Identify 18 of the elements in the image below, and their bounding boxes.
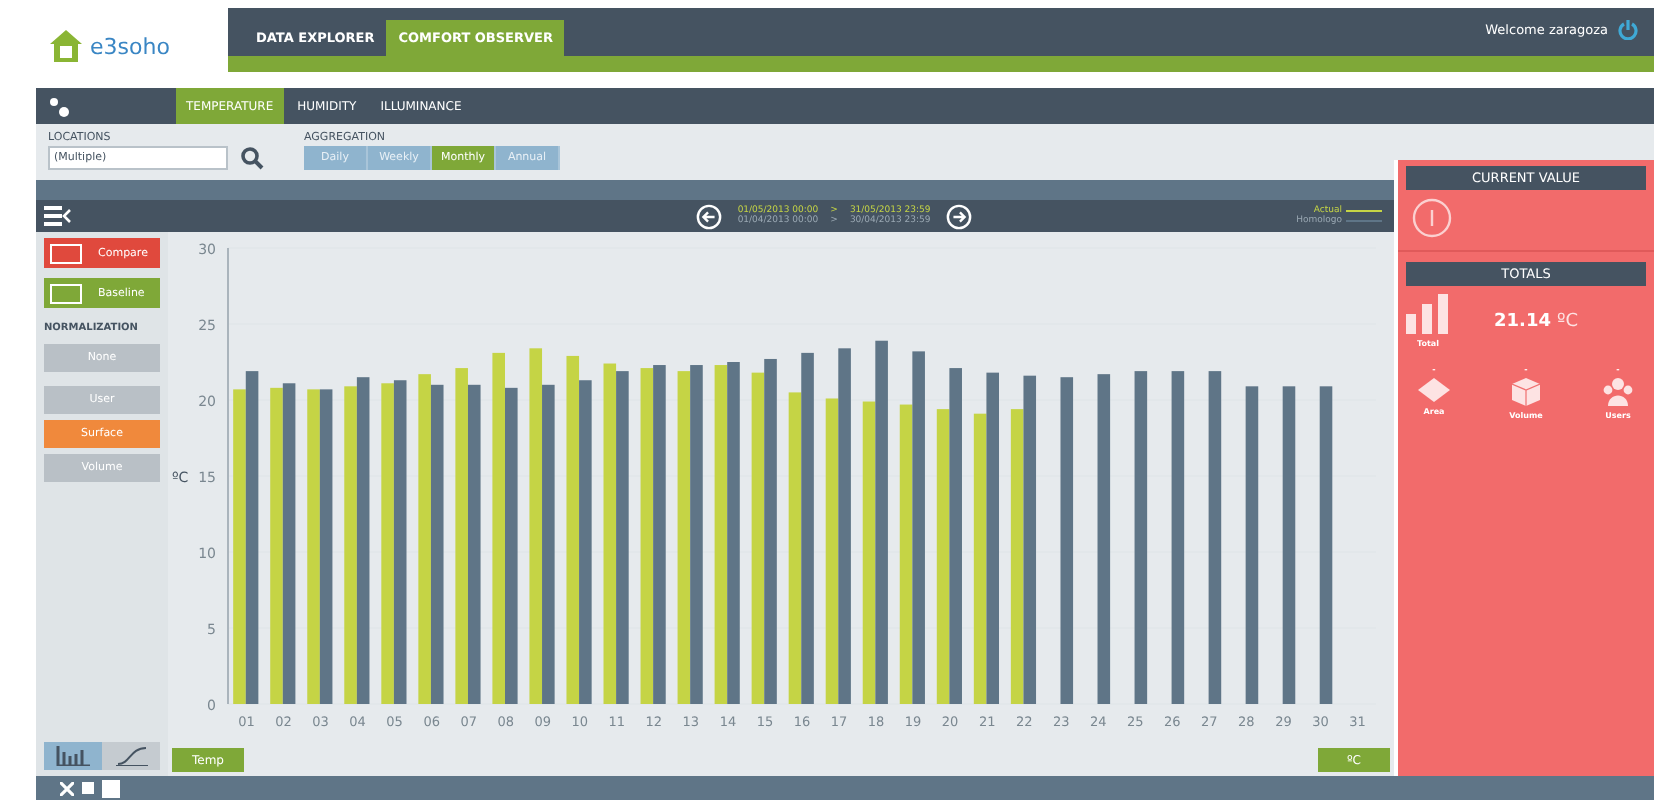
logo-text: e3soho — [90, 33, 170, 59]
power-icon[interactable] — [1618, 20, 1638, 40]
monitor-icon — [50, 283, 82, 303]
bar-chart-icon — [1406, 294, 1450, 334]
bar-chart-button[interactable] — [44, 742, 102, 770]
total-unit: ºC — [1556, 311, 1578, 331]
total-value: 21.14 — [1494, 311, 1551, 331]
house-logo-icon — [48, 28, 84, 64]
line-chart-button[interactable] — [102, 742, 160, 770]
search-icon[interactable] — [240, 146, 264, 170]
cube-icon — [1511, 378, 1540, 406]
monitor-icon — [50, 243, 82, 263]
people-icon — [1601, 378, 1634, 406]
diamond-icon — [1418, 378, 1450, 402]
menu-collapse-icon[interactable] — [44, 206, 72, 226]
square-icon[interactable] — [102, 779, 120, 797]
info-icon — [1412, 198, 1452, 238]
close-icon[interactable] — [60, 781, 74, 795]
